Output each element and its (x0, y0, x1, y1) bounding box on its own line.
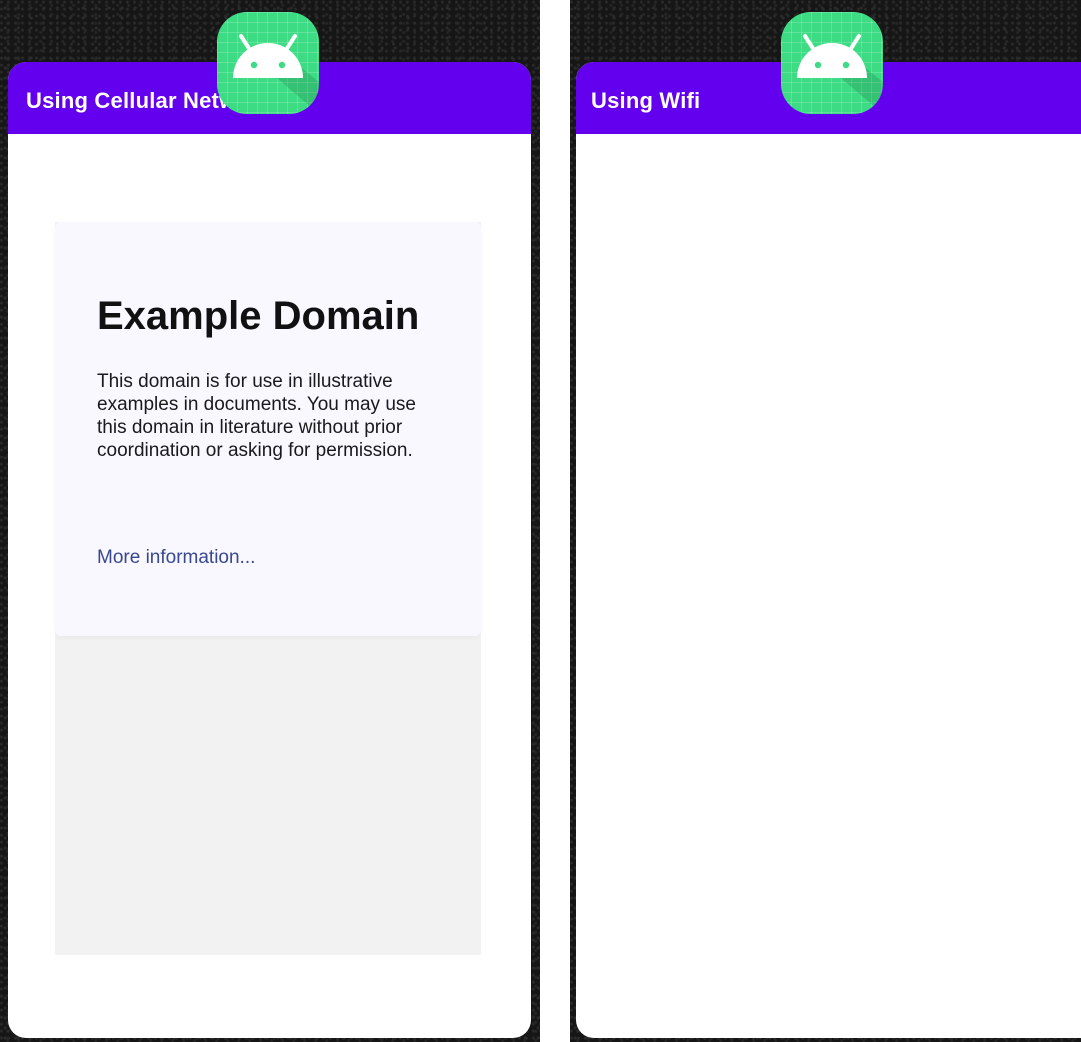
more-information-link[interactable]: More information... (97, 547, 255, 569)
webview[interactable]: Example Domain This domain is for use in… (55, 222, 481, 955)
page-heading: Example Domain (97, 294, 420, 338)
android-robot-icon (217, 12, 319, 114)
page-body-text: This domain is for use in illustrative e… (97, 371, 416, 461)
android-robot-icon (781, 12, 883, 114)
phone-cellular: Using Cellular Network Example Domain Th… (0, 0, 540, 1042)
webview-empty[interactable] (576, 134, 1081, 1038)
app-screen-wifi: Using Wifi (576, 62, 1081, 1038)
web-page-card: Example Domain This domain is for use in… (55, 222, 481, 636)
app-bar-title: Using Wifi (591, 88, 701, 113)
app-screen-cellular: Using Cellular Network Example Domain Th… (8, 62, 531, 1038)
phone-wifi: Using Wifi (570, 0, 1081, 1042)
